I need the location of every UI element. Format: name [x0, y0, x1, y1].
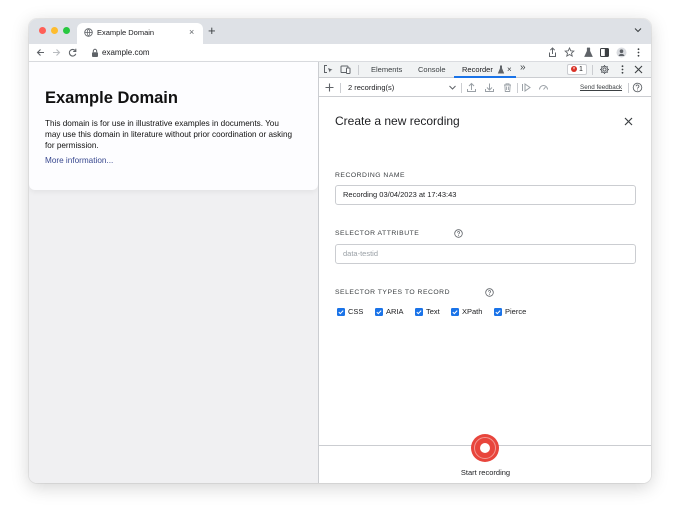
chevron-down-icon[interactable] — [634, 26, 642, 34]
recorder-toolbar: 2 recording(s) Send feedback — [319, 79, 651, 97]
address-bar[interactable]: example.com — [102, 47, 150, 59]
recording-name-label: RECORDING NAME — [335, 172, 406, 179]
forward-arrow-icon[interactable] — [51, 47, 62, 58]
browser-toolbar: example.com — [29, 44, 651, 62]
checkbox-label: XPath — [462, 307, 483, 316]
browser-tab[interactable]: Example Domain × — [77, 23, 203, 44]
checkbox-checked-icon[interactable] — [375, 308, 383, 316]
help-icon[interactable] — [485, 288, 494, 297]
close-icon[interactable] — [624, 117, 633, 126]
toolbar-separator — [628, 83, 629, 93]
checkbox-checked-icon[interactable] — [415, 308, 423, 316]
recording-name-input[interactable]: Recording 03/04/2023 at 17:43:43 — [335, 185, 636, 205]
devtools-menu-icon[interactable] — [617, 64, 628, 75]
globe-icon — [84, 28, 93, 37]
tab-separator — [358, 65, 359, 75]
page-description: This domain is for use in illustrative e… — [45, 119, 293, 150]
more-tabs-icon[interactable]: » — [520, 63, 526, 73]
maximize-window-button[interactable] — [63, 27, 70, 34]
checkbox-checked-icon[interactable] — [494, 308, 502, 316]
delete-recording-icon[interactable] — [502, 82, 513, 93]
more-information-link[interactable]: More information... — [45, 156, 113, 165]
tab-title: Example Domain — [97, 28, 155, 37]
close-recorder-tab-icon[interactable]: × — [507, 65, 512, 75]
minimize-window-button[interactable] — [51, 27, 58, 34]
device-toolbar-icon[interactable] — [340, 64, 351, 75]
lock-icon[interactable] — [91, 48, 99, 58]
error-icon: × — [571, 66, 577, 73]
content-card: Example Domain This domain is for use in… — [29, 62, 318, 190]
page-content: Example Domain This domain is for use in… — [29, 62, 318, 483]
title-bar: Example Domain × + — [29, 19, 651, 44]
recorder-panel-title: Create a new recording — [335, 114, 460, 128]
share-icon[interactable] — [547, 47, 558, 58]
close-devtools-icon[interactable] — [633, 64, 644, 75]
devtools-panel: Elements Console Recorder × » × 1 2 reco… — [318, 62, 651, 483]
import-recording-icon[interactable] — [466, 82, 477, 93]
toolbar-separator — [461, 83, 462, 93]
checkbox-checked-icon[interactable] — [451, 308, 459, 316]
lab-flask-icon[interactable] — [583, 47, 594, 58]
page-title: Example Domain — [45, 89, 178, 107]
chevron-down-icon[interactable] — [448, 83, 457, 92]
close-window-button[interactable] — [39, 27, 46, 34]
performance-replay-icon[interactable] — [538, 82, 549, 93]
settings-gear-icon[interactable] — [599, 64, 610, 75]
selector-attribute-input[interactable]: data-testid — [335, 244, 636, 264]
tab-recorder[interactable]: Recorder — [462, 65, 493, 75]
star-icon[interactable] — [564, 47, 575, 58]
export-recording-icon[interactable] — [484, 82, 495, 93]
active-tab-indicator — [454, 76, 516, 78]
checkbox-label: Pierce — [505, 307, 527, 316]
reload-icon[interactable] — [67, 47, 78, 58]
experiment-flask-icon — [497, 65, 505, 74]
devtools-tab-bar: Elements Console Recorder × » × 1 — [319, 62, 651, 78]
help-icon[interactable] — [632, 82, 643, 93]
replay-icon[interactable] — [521, 82, 532, 93]
inspect-element-icon[interactable] — [323, 64, 334, 75]
toolbar-separator — [517, 83, 518, 93]
error-count-badge[interactable]: × 1 — [567, 64, 587, 75]
checkbox-label: CSS — [348, 307, 364, 316]
selector-types-label: SELECTOR TYPES TO RECORD — [335, 289, 450, 296]
browser-window: Example Domain × + example.com Example D… — [29, 19, 651, 483]
new-tab-button[interactable]: + — [208, 24, 216, 38]
selector-attribute-label: SELECTOR ATTRIBUTE — [335, 230, 420, 237]
browser-menu-icon[interactable] — [633, 47, 644, 58]
toolbar-separator — [340, 83, 341, 93]
recordings-select[interactable]: 2 recording(s) — [348, 83, 394, 93]
tab-console[interactable]: Console — [418, 65, 446, 75]
record-dot-icon — [480, 443, 490, 453]
start-recording-button[interactable] — [471, 434, 499, 462]
help-icon[interactable] — [454, 229, 463, 238]
start-recording-label: Start recording — [460, 468, 511, 477]
checkbox-label: ARIA — [386, 307, 404, 316]
tab-separator — [592, 65, 593, 75]
side-panel-icon[interactable] — [599, 47, 610, 58]
checkbox-checked-icon[interactable] — [337, 308, 345, 316]
recorder-footer: Start recording — [319, 434, 651, 483]
tab-close-icon[interactable]: × — [189, 27, 194, 37]
checkbox-label: Text — [426, 307, 440, 316]
profile-avatar-icon[interactable] — [616, 47, 627, 58]
error-count: 1 — [579, 66, 583, 73]
back-arrow-icon[interactable] — [35, 47, 46, 58]
add-recording-icon[interactable] — [324, 82, 335, 93]
send-feedback-link[interactable]: Send feedback — [580, 84, 622, 92]
tab-elements[interactable]: Elements — [371, 65, 402, 75]
